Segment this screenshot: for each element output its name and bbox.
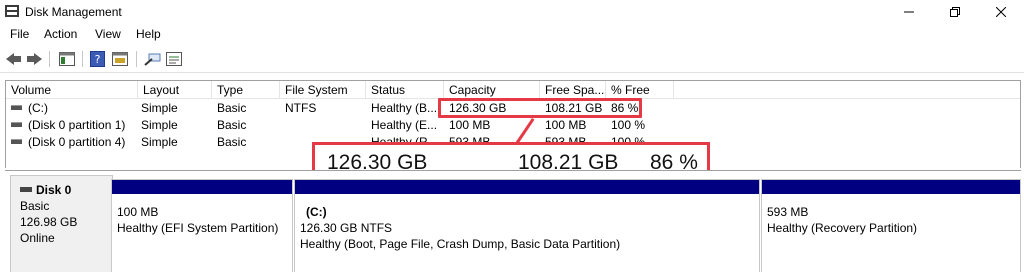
menu-view[interactable]: View [95,27,121,41]
type-cell: Basic [217,135,247,149]
partition-size: 126.30 GB NTFS [300,221,393,235]
volume-icon [11,139,22,145]
toolbar: ? [0,45,1024,73]
svg-text:?: ? [95,53,101,66]
column-header-volume[interactable]: Volume [6,81,138,99]
menu-file[interactable]: File [10,27,29,41]
type-cell: Basic [217,101,247,115]
type-cell: Basic [217,118,247,132]
file-system-cell: NTFS [285,101,317,115]
console-tree-icon[interactable] [58,50,76,68]
column-header-layout[interactable]: Layout [138,81,212,99]
toolbar-separator [82,51,83,67]
disk-size: 126.98 GB [20,215,78,229]
toolbar-separator [49,51,50,67]
status-cell: Healthy (B... [371,101,438,115]
partition-status: Healthy (Boot, Page File, Crash Dump, Ba… [300,237,621,251]
volume-icon [11,122,22,128]
minimize-button[interactable] [886,0,932,24]
menu-action[interactable]: Action [44,27,77,41]
free-space-cell: 100 MB [545,118,587,132]
partition-bar [112,180,292,194]
partition-c-drive[interactable]: (C:) 126.30 GB NTFS Healthy (Boot, Page … [294,179,760,272]
file-system-cell [285,117,365,134]
window-title: Disk Management [25,5,122,19]
minimize-icon [904,11,914,13]
forward-arrow-icon[interactable] [25,50,43,68]
menu-bar: File Action View Help [0,24,1024,44]
help-icon[interactable]: ? [89,50,107,68]
partition-body: 100 MB Healthy (EFI System Partition) [117,204,288,268]
partition-body: (C:) 126.30 GB NTFS Healthy (Boot, Page … [300,204,755,268]
menu-help[interactable]: Help [136,27,161,41]
percent-free-cell: 100 % [611,118,646,132]
table-row[interactable]: (Disk 0 partition 1) Simple Basic Health… [6,117,1020,134]
partition-title: (C:) [306,205,327,219]
settings-list-icon[interactable] [165,50,183,68]
partition-status: Healthy (Recovery Partition) [767,221,918,235]
column-header-percent-free[interactable]: % Free [606,81,674,99]
connect-icon[interactable] [144,50,162,68]
volume-name: (Disk 0 partition 4) [28,135,126,149]
disk-management-app-icon [5,5,19,17]
highlight-box-small [438,98,642,118]
column-header-free-space[interactable]: Free Spa... [540,81,606,99]
back-arrow-icon[interactable] [5,50,23,68]
disk-graphical-view: Disk 0 Basic 126.98 GB Online 100 MB Hea… [5,170,1021,272]
maximize-button[interactable] [932,0,978,24]
close-button[interactable] [978,0,1024,24]
volume-cell: (C:) [11,100,138,117]
disk-type: Basic [20,199,50,213]
disk-icon [20,187,32,193]
disk-name: Disk 0 [36,183,72,197]
layout-cell: Simple [141,118,178,132]
column-header-type[interactable]: Type [212,81,280,99]
volume-name: (C:) [28,101,48,115]
volume-cell: (Disk 0 partition 4) [11,134,138,151]
properties-icon[interactable] [111,50,129,68]
partition-status: Healthy (EFI System Partition) [117,221,279,235]
partition-recovery[interactable]: 593 MB Healthy (Recovery Partition) [761,179,1021,272]
column-header-status[interactable]: Status [366,81,444,99]
restore-icon [950,7,960,17]
volume-icon [11,105,22,111]
layout-cell: Simple [141,101,178,115]
toolbar-separator [136,51,137,67]
partition-size: 593 MB [767,205,809,219]
volume-name: (Disk 0 partition 1) [28,118,126,132]
disk-0-label[interactable]: Disk 0 Basic 126.98 GB Online [10,175,113,272]
volume-list-header: Volume Layout Type File System Status Ca… [6,81,1020,99]
partition-size: 100 MB [117,205,159,219]
layout-cell: Simple [141,135,178,149]
column-header-capacity[interactable]: Capacity [444,81,540,99]
partition-bar [762,180,1020,194]
partition-bar [295,180,759,194]
close-icon [996,7,1006,17]
disk-state: Online [20,231,55,245]
volume-cell: (Disk 0 partition 1) [11,117,138,134]
title-bar: Disk Management [0,0,1024,24]
partition-efi[interactable]: 100 MB Healthy (EFI System Partition) [111,179,293,272]
column-header-file-system[interactable]: File System [280,81,366,99]
status-cell: Healthy (E... [371,118,438,132]
partition-body: 593 MB Healthy (Recovery Partition) [767,204,1016,268]
